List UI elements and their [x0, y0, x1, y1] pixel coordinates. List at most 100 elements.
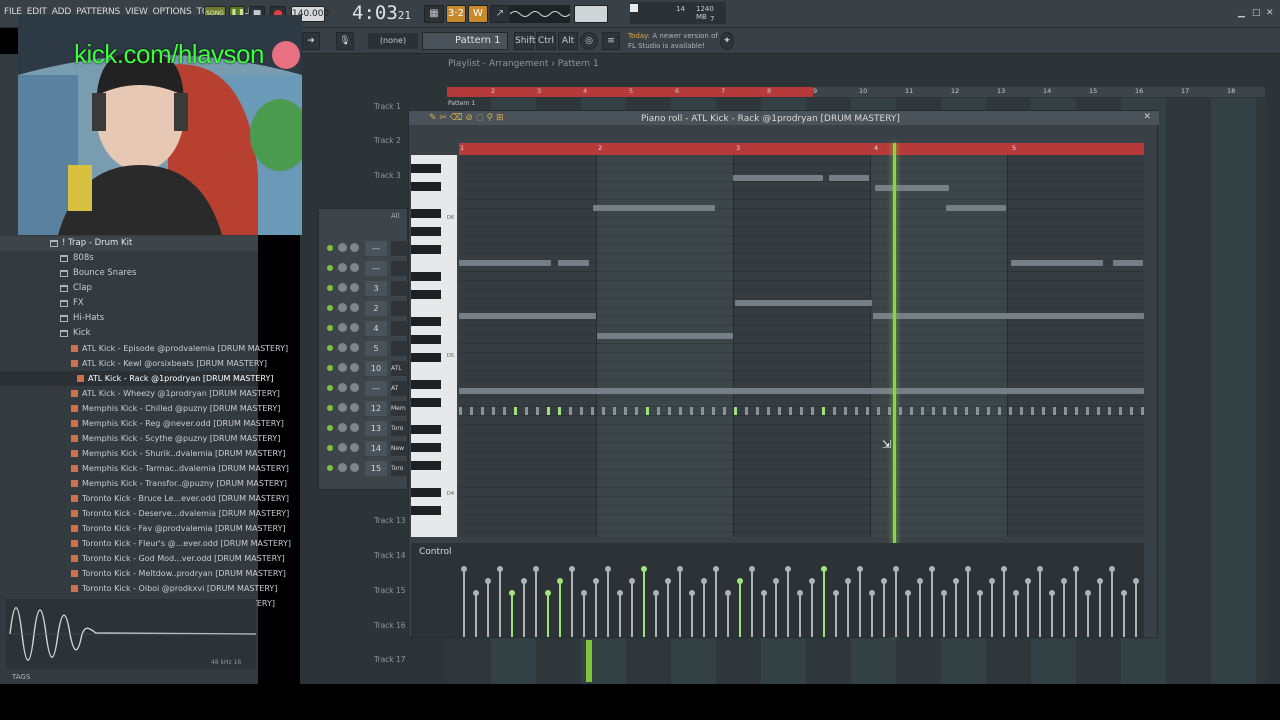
- kick-note[interactable]: [492, 407, 495, 415]
- mixer-track-number[interactable]: 3: [365, 281, 387, 296]
- note[interactable]: [829, 175, 869, 181]
- velocity-bars[interactable]: [459, 551, 1144, 637]
- kick-note[interactable]: [558, 407, 561, 415]
- velocity-lane[interactable]: Control: [411, 543, 1144, 637]
- tags-label[interactable]: TAGS: [12, 673, 30, 681]
- channel-name[interactable]: [391, 301, 409, 316]
- kick-note[interactable]: [503, 407, 506, 415]
- velocity-bar[interactable]: [1097, 578, 1103, 637]
- channel-filter[interactable]: All: [391, 212, 400, 220]
- browser-file[interactable]: Memphis Kick - Transfor..@puzny [DRUM MA…: [0, 476, 287, 491]
- velocity-bar[interactable]: [725, 590, 731, 637]
- velocity-bar[interactable]: [509, 590, 515, 637]
- kick-note[interactable]: [1064, 407, 1067, 415]
- volume-knob-icon[interactable]: [350, 423, 359, 432]
- kick-note[interactable]: [547, 407, 550, 415]
- note[interactable]: [1113, 260, 1143, 266]
- black-key[interactable]: [411, 227, 441, 236]
- velocity-bar[interactable]: [605, 566, 611, 637]
- channel-led-icon[interactable]: [327, 245, 333, 251]
- note[interactable]: [735, 300, 872, 306]
- kick-note[interactable]: [657, 407, 660, 415]
- velocity-bar[interactable]: [953, 578, 959, 637]
- kick-note[interactable]: [646, 407, 649, 415]
- mixer-track-number[interactable]: 4: [365, 321, 387, 336]
- velocity-bar[interactable]: [821, 566, 827, 637]
- kick-note[interactable]: [910, 407, 913, 415]
- velocity-bar[interactable]: [593, 578, 599, 637]
- pan-knob-icon[interactable]: [338, 343, 347, 352]
- mixer-track-number[interactable]: 2: [365, 301, 387, 316]
- channel-led-icon[interactable]: [327, 345, 333, 351]
- pan-knob-icon[interactable]: [338, 243, 347, 252]
- browser-file[interactable]: Toronto Kick - God Mod...ver.odd [DRUM M…: [0, 551, 285, 566]
- list-icon[interactable]: ≡: [602, 32, 620, 50]
- kick-note[interactable]: [866, 407, 869, 415]
- black-key[interactable]: [411, 317, 441, 326]
- channel-led-icon[interactable]: [327, 465, 333, 471]
- volume-knob-icon[interactable]: [350, 403, 359, 412]
- browser-file[interactable]: Toronto Kick - Oiboi @prodkxvi [DRUM MAS…: [0, 581, 277, 596]
- browser-file[interactable]: Memphis Kick - Tarmac..dvalemia [DRUM MA…: [0, 461, 289, 476]
- velocity-bar[interactable]: [545, 590, 551, 637]
- kick-note[interactable]: [844, 407, 847, 415]
- control-label[interactable]: Control: [419, 547, 452, 557]
- black-key[interactable]: [411, 443, 441, 452]
- piano-keyboard[interactable]: D6 D5 D4: [411, 155, 457, 537]
- note[interactable]: [558, 260, 589, 266]
- velocity-bar[interactable]: [905, 590, 911, 637]
- track-label[interactable]: Track 3: [374, 171, 401, 180]
- kick-note[interactable]: [569, 407, 572, 415]
- playlist-clip-label[interactable]: Pattern 1: [448, 100, 475, 107]
- channel-row[interactable]: 2: [323, 301, 409, 317]
- browser-file[interactable]: ATL Kick - Episode @prodvalemia [DRUM MA…: [0, 341, 288, 356]
- velocity-bar[interactable]: [845, 578, 851, 637]
- channel-led-icon[interactable]: [327, 365, 333, 371]
- velocity-bar[interactable]: [617, 590, 623, 637]
- note[interactable]: [593, 205, 715, 211]
- browser-folder[interactable]: Kick: [0, 326, 258, 341]
- master-volume-slider[interactable]: [574, 5, 608, 23]
- channel-row[interactable]: 4: [323, 321, 409, 337]
- velocity-bar[interactable]: [869, 590, 875, 637]
- volume-knob-icon[interactable]: [350, 343, 359, 352]
- kick-note[interactable]: [811, 407, 814, 415]
- kick-note[interactable]: [712, 407, 715, 415]
- velocity-bar[interactable]: [665, 578, 671, 637]
- kick-note[interactable]: [800, 407, 803, 415]
- velocity-bar[interactable]: [1037, 566, 1043, 637]
- velocity-bar[interactable]: [1085, 590, 1091, 637]
- pan-knob-icon[interactable]: [338, 463, 347, 472]
- browser-file[interactable]: Memphis Kick - Chilled @puzny [DRUM MAST…: [0, 401, 280, 416]
- velocity-bar[interactable]: [461, 566, 467, 637]
- velocity-bar[interactable]: [1049, 590, 1055, 637]
- browser-file[interactable]: Toronto Kick - Deserve...dvalemia [DRUM …: [0, 506, 289, 521]
- kick-note[interactable]: [723, 407, 726, 415]
- volume-knob-icon[interactable]: [350, 243, 359, 252]
- kick-note[interactable]: [1141, 407, 1144, 415]
- note[interactable]: [1011, 260, 1103, 266]
- black-key[interactable]: [411, 209, 441, 218]
- note[interactable]: [459, 388, 1144, 394]
- kick-note[interactable]: [525, 407, 528, 415]
- velocity-bar[interactable]: [1073, 566, 1079, 637]
- note[interactable]: [733, 175, 823, 181]
- kick-note[interactable]: [602, 407, 605, 415]
- velocity-bar[interactable]: [569, 566, 575, 637]
- channel-row[interactable]: ---: [323, 241, 409, 257]
- velocity-bar[interactable]: [497, 566, 503, 637]
- browser-folder[interactable]: 808s: [0, 251, 258, 266]
- velocity-bar[interactable]: [785, 566, 791, 637]
- velocity-bar[interactable]: [917, 578, 923, 637]
- kick-note[interactable]: [1042, 407, 1045, 415]
- channel-row[interactable]: ---: [323, 261, 409, 277]
- news-icon[interactable]: ✦: [720, 32, 734, 50]
- mixer-track-number[interactable]: 5: [365, 341, 387, 356]
- kick-note[interactable]: [987, 407, 990, 415]
- volume-knob-icon[interactable]: [350, 463, 359, 472]
- kick-note[interactable]: [932, 407, 935, 415]
- velocity-bar[interactable]: [773, 578, 779, 637]
- track-label[interactable]: Track 13: [374, 516, 406, 525]
- velocity-bar[interactable]: [977, 590, 983, 637]
- velocity-bar[interactable]: [1133, 578, 1139, 637]
